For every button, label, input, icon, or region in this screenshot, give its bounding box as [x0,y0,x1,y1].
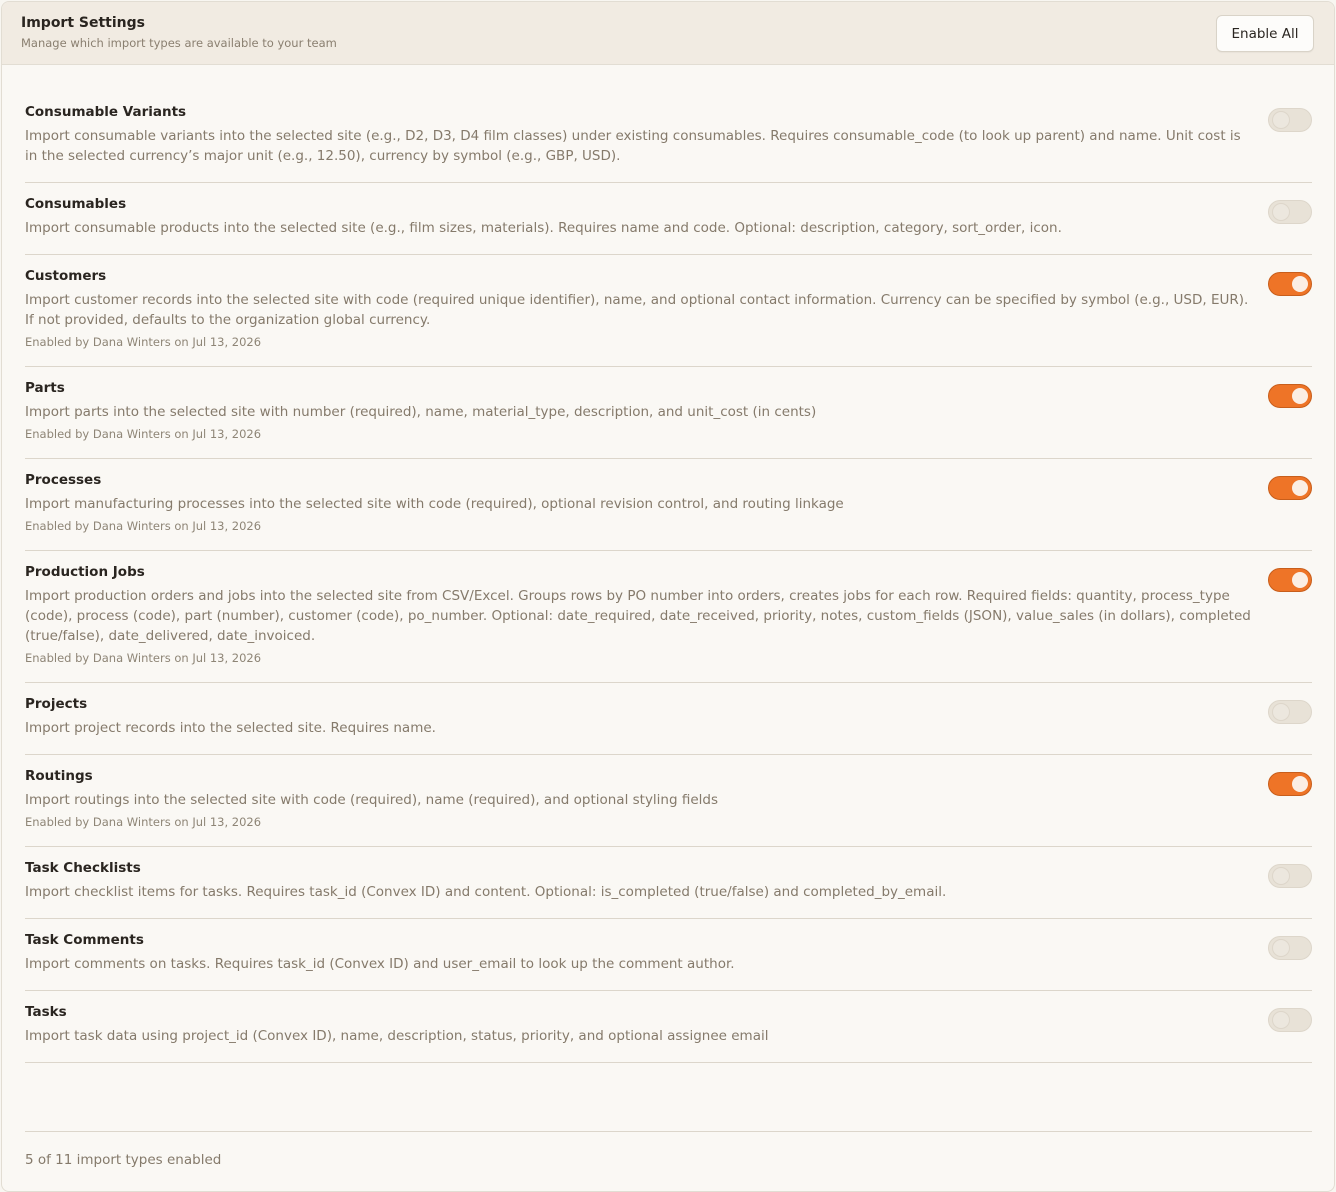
toggle-knob [1292,480,1308,496]
import-type-row: Task Comments Import comments on tasks. R… [25,919,1312,991]
toggle-knob [1292,388,1308,404]
import-type-name: Processes [25,472,102,488]
import-type-description: Import production orders and jobs into t… [25,588,1251,644]
import-type-row: Projects Import project records into the … [25,683,1312,755]
import-type-description: Import consumable variants into the sele… [25,128,1241,164]
import-settings-panel: Import Settings Manage which import type… [1,1,1335,1192]
import-type-description: Import task data using project_id (Conve… [25,1028,769,1044]
enable-all-button[interactable]: Enable All [1216,15,1314,52]
import-type-row: Processes Import manufacturing processes … [25,459,1312,551]
toggle-knob [1273,112,1289,128]
enable-toggle[interactable] [1268,384,1312,408]
toggle-knob [1292,276,1308,292]
import-type-name: Task Comments [25,932,144,948]
import-type-description: Import parts into the selected site with… [25,404,817,420]
enabled-by-note: Enabled by Dana Winters on Jul 13, 2026 [25,427,262,441]
import-type-description: Import customer records into the selecte… [25,292,1249,328]
toggle-knob [1292,776,1308,792]
toggle-knob [1273,868,1289,884]
import-type-description: Import checklist items for tasks. Requir… [25,884,947,900]
import-type-description: Import comments on tasks. Requires task_… [25,956,735,972]
enabled-by-note: Enabled by Dana Winters on Jul 13, 2026 [25,335,262,349]
import-type-name: Routings [25,768,93,784]
import-type-row: Tasks Import task data using project_id (… [25,991,1312,1063]
import-type-row: Consumable Variants Import consumable var… [25,91,1312,183]
enable-toggle[interactable] [1268,200,1312,224]
toggle-knob [1273,704,1289,720]
enable-toggle[interactable] [1268,772,1312,796]
enable-toggle[interactable] [1268,936,1312,960]
import-type-row: Routings Import routings into the selecte… [25,755,1312,847]
panel-footer: 5 of 11 import types enabled [25,1131,1312,1168]
import-type-row: Customers Import customer records into th… [25,255,1312,367]
enabled-by-note: Enabled by Dana Winters on Jul 13, 2026 [25,815,262,829]
import-type-name: Parts [25,380,65,396]
import-type-name: Customers [25,268,107,284]
import-type-list: Consumable Variants Import consumable var… [25,91,1312,1063]
toggle-knob [1273,1012,1289,1028]
import-type-name: Production Jobs [25,564,145,580]
import-type-name: Tasks [25,1004,67,1020]
import-type-name: Consumable Variants [25,104,187,120]
import-type-row: Task Checklists Import checklist items fo… [25,847,1312,919]
enable-toggle[interactable] [1268,1008,1312,1032]
toggle-knob [1273,940,1289,956]
enabled-by-note: Enabled by Dana Winters on Jul 13, 2026 [25,519,262,533]
import-type-description: Import consumable products into the sele… [25,220,1062,236]
import-type-description: Import manufacturing processes into the … [25,496,844,512]
enabled-by-note: Enabled by Dana Winters on Jul 13, 2026 [25,651,262,665]
toggle-knob [1273,204,1289,220]
enable-toggle[interactable] [1268,272,1312,296]
page-title: Import Settings [21,15,145,31]
import-type-name: Consumables [25,196,127,212]
import-type-row: Production Jobs Import production orders … [25,551,1312,683]
enable-toggle[interactable] [1268,476,1312,500]
enable-toggle[interactable] [1268,864,1312,888]
page-subtitle: Manage which import types are available … [21,36,337,50]
toggle-knob [1292,572,1308,588]
import-type-name: Projects [25,696,88,712]
enable-toggle[interactable] [1268,568,1312,592]
import-type-row: Consumables Import consumable products in… [25,183,1312,255]
enable-toggle[interactable] [1268,108,1312,132]
import-type-description: Import routings into the selected site w… [25,792,719,808]
enabled-count-summary: 5 of 11 import types enabled [25,1152,222,1168]
panel-header: Import Settings Manage which import type… [2,2,1334,65]
import-type-row: Parts Import parts into the selected site… [25,367,1312,459]
enable-toggle[interactable] [1268,700,1312,724]
import-type-name: Task Checklists [25,860,141,876]
import-type-description: Import project records into the selected… [25,720,436,736]
